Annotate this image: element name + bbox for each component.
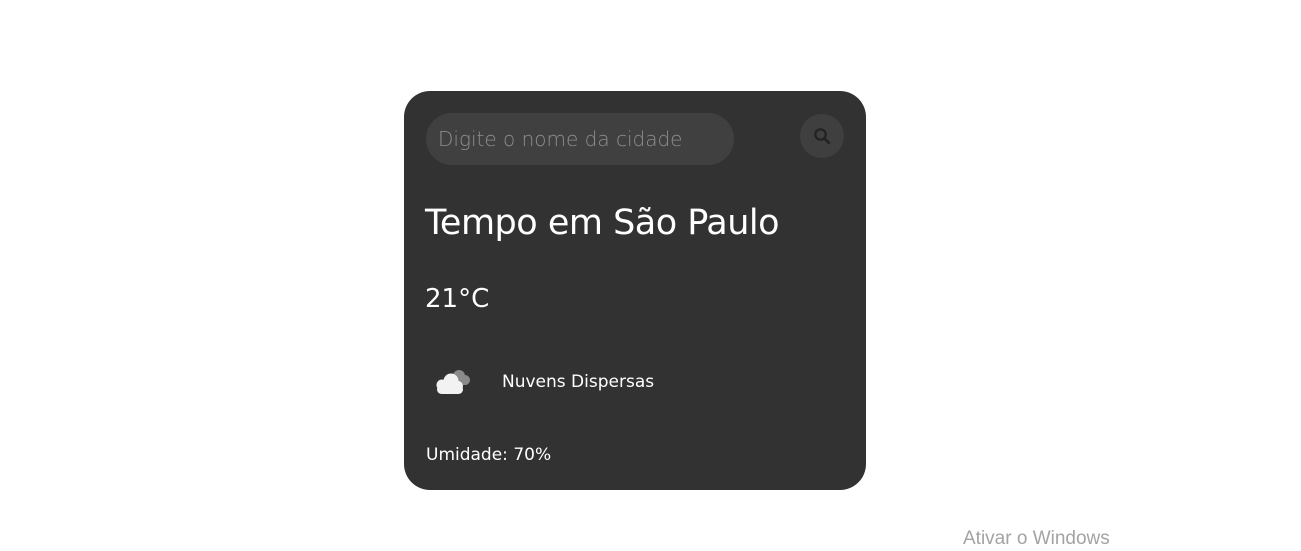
weather-condition: Nuvens Dispersas	[426, 357, 654, 407]
page: Tempo em São Paulo 21°C Nuvens Dispersas…	[0, 0, 1301, 551]
humidity: Umidade: 70%	[426, 445, 552, 465]
city-title: Tempo em São Paulo	[425, 203, 780, 243]
search-icon	[814, 128, 831, 145]
search-input[interactable]	[426, 113, 734, 165]
weather-card: Tempo em São Paulo 21°C Nuvens Dispersas…	[404, 91, 866, 490]
weather-description: Nuvens Dispersas	[502, 372, 655, 392]
windows-activation-watermark: Ativar o Windows	[963, 528, 1110, 549]
scattered-clouds-icon	[426, 357, 476, 407]
temperature: 21°C	[425, 284, 490, 314]
search-button[interactable]	[800, 114, 844, 158]
